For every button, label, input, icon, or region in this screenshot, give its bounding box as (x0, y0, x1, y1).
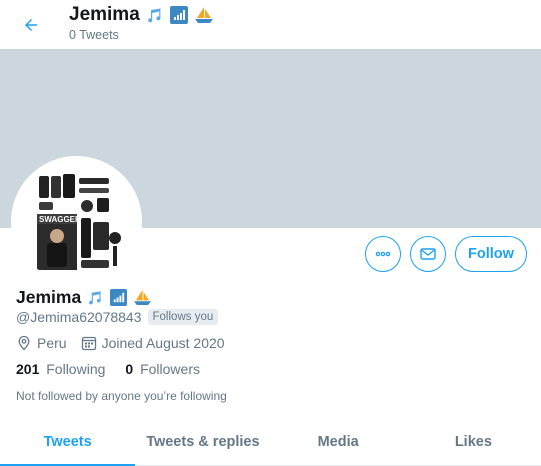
profile-header: Jemima 0 Tweets (0, 0, 541, 49)
tweet-count: 0 Tweets (69, 28, 119, 42)
profile-name: Jemima (16, 287, 152, 308)
avatar-image: SWAGGER (15, 160, 138, 283)
header-title: Jemima (69, 4, 214, 26)
followers-link[interactable]: 0 Followers (125, 361, 200, 377)
followers-label: Followers (140, 361, 200, 377)
joined-item: Joined August 2020 (81, 335, 225, 351)
profile-name-text: Jemima (16, 287, 82, 307)
more-options-button[interactable] (365, 236, 401, 272)
back-arrow-icon (25, 19, 37, 31)
message-button[interactable] (410, 236, 446, 272)
follows-you-badge: Follows you (147, 309, 219, 325)
profile-handle: @Jemima62078843 (16, 309, 142, 325)
profile-tabs: Tweets Tweets & replies Media Likes (0, 418, 541, 466)
musical-notes-icon (87, 289, 104, 306)
not-followed-notice: Not followed by anyone you’re following (16, 389, 227, 403)
signal-bars-icon (169, 6, 188, 24)
tab-media[interactable]: Media (271, 418, 406, 465)
tab-likes[interactable]: Likes (406, 418, 541, 465)
following-link[interactable]: 201 Following (16, 361, 105, 377)
envelope-icon (420, 248, 436, 260)
handle-row: @Jemima62078843 Follows you (16, 309, 219, 325)
calendar-icon (81, 336, 96, 351)
svg-text:SWAGGER: SWAGGER (39, 215, 81, 224)
followers-count: 0 (125, 361, 134, 377)
following-label: Following (46, 361, 106, 377)
location-text: Peru (37, 335, 67, 351)
follow-button[interactable]: Follow (455, 236, 527, 272)
avatar[interactable]: SWAGGER (11, 156, 142, 287)
back-button[interactable] (16, 10, 46, 40)
tab-tweets[interactable]: Tweets (0, 418, 136, 466)
tab-tweets-and-replies[interactable]: Tweets & replies (135, 418, 270, 465)
musical-notes-icon (146, 6, 164, 24)
profile-meta: Peru Joined August 2020 (16, 335, 239, 351)
following-count: 201 (16, 361, 40, 377)
location-item: Peru (16, 335, 67, 351)
header-name-text: Jemima (69, 4, 140, 25)
follow-stats: 201 Following 0 Followers (16, 361, 220, 377)
joined-text: Joined August 2020 (101, 335, 225, 351)
signal-bars-icon (110, 289, 128, 306)
sailboat-icon (194, 6, 214, 24)
more-dots-icon (375, 251, 391, 257)
sailboat-icon (133, 289, 152, 306)
location-pin-icon (18, 335, 30, 351)
